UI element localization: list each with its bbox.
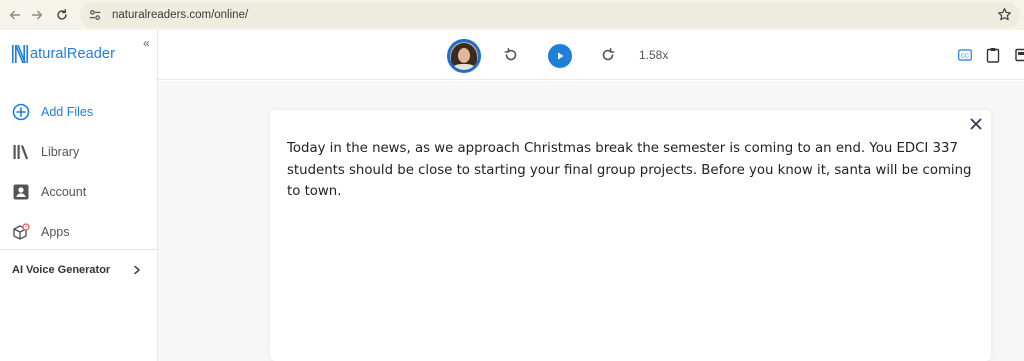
document-card[interactable]: Today in the news, as we approach Christ…	[270, 110, 991, 361]
voice-avatar[interactable]	[447, 39, 481, 73]
sidebar: aturalReader « Add Files Library Account	[0, 30, 158, 361]
player-toolbar: 1.58x CC	[158, 30, 1024, 80]
sidebar-item-library[interactable]: Library	[0, 132, 157, 172]
apps-icon	[12, 223, 30, 241]
add-circle-icon	[12, 103, 30, 121]
ai-voice-generator-link[interactable]: AI Voice Generator	[12, 264, 142, 276]
playback-speed[interactable]: 1.58x	[639, 48, 668, 62]
chevron-right-icon	[134, 265, 140, 275]
url-text: naturalreaders.com/online/	[112, 9, 249, 21]
rewind-icon[interactable]	[503, 47, 519, 63]
sidebar-item-label: Add Files	[41, 105, 94, 119]
back-icon[interactable]	[6, 6, 24, 24]
logo-text: aturalReader	[30, 46, 116, 62]
document-text[interactable]: Today in the news, as we approach Christ…	[287, 138, 977, 203]
collapse-sidebar-button[interactable]: «	[143, 36, 150, 50]
play-icon	[558, 52, 564, 60]
address-bar[interactable]: naturalreaders.com/online/	[80, 2, 1020, 28]
ai-voice-generator-label: AI Voice Generator	[12, 264, 111, 276]
sidebar-divider	[0, 249, 157, 250]
sidebar-item-label: Apps	[41, 225, 70, 239]
cc-icon[interactable]: CC	[958, 46, 972, 64]
logo-mark-icon	[12, 44, 28, 64]
library-icon	[12, 143, 30, 161]
close-icon[interactable]	[969, 117, 983, 131]
site-settings-icon[interactable]	[88, 8, 102, 22]
sidebar-item-label: Library	[41, 145, 80, 159]
play-button[interactable]	[548, 44, 572, 68]
sidebar-item-apps[interactable]: Apps	[0, 212, 157, 252]
cc-label: CC	[961, 53, 969, 59]
clipboard-icon[interactable]	[986, 46, 1000, 64]
forward-icon[interactable]	[600, 47, 616, 63]
browser-toolbar: naturalreaders.com/online/	[0, 0, 1024, 30]
sidebar-item-add-files[interactable]: Add Files	[0, 92, 157, 132]
sidebar-menu: Add Files Library Account Apps	[0, 92, 157, 252]
forward-nav-icon[interactable]	[28, 6, 46, 24]
reload-icon[interactable]	[53, 6, 71, 24]
sidebar-item-label: Account	[41, 185, 87, 199]
logo[interactable]: aturalReader	[12, 44, 115, 64]
sidebar-item-account[interactable]: Account	[0, 172, 157, 212]
window-icon[interactable]	[1015, 46, 1024, 64]
bookmark-star-icon[interactable]	[997, 7, 1012, 22]
account-icon	[12, 183, 30, 201]
